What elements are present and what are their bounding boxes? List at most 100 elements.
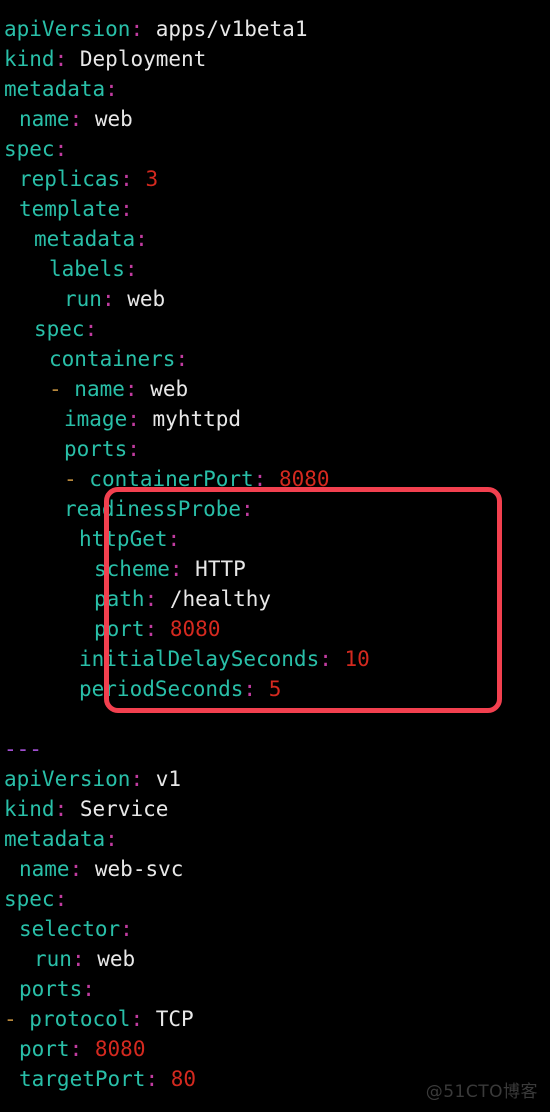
- code-line: apiVersion: apps/v1beta1: [0, 14, 550, 44]
- code-line: image: myhttpd: [0, 404, 550, 434]
- yaml-colon: :: [69, 107, 83, 131]
- yaml-key: replicas: [19, 167, 121, 191]
- yaml-value: v1: [155, 767, 182, 791]
- yaml-colon: :: [84, 317, 98, 341]
- code-line: name: web: [0, 104, 550, 134]
- yaml-space: [67, 797, 80, 821]
- yaml-key: spec: [34, 317, 85, 341]
- yaml-colon: :: [69, 1037, 83, 1061]
- yaml-key: name: [74, 377, 125, 401]
- code-line: apiVersion: v1: [0, 764, 550, 794]
- yaml-key: metadata: [34, 227, 136, 251]
- yaml-value: 80: [170, 1067, 197, 1091]
- yaml-space: [158, 1067, 171, 1091]
- yaml-key: spec: [4, 137, 55, 161]
- code-line: port: 8080: [0, 1034, 550, 1064]
- yaml-space: [82, 107, 95, 131]
- watermark-label: @51CTO博客: [425, 1082, 538, 1102]
- yaml-value: web-svc: [94, 857, 184, 881]
- yaml-colon: :: [69, 857, 83, 881]
- yaml-key: selector: [19, 917, 121, 941]
- yaml-colon: :: [175, 347, 189, 371]
- yaml-colon: :: [124, 377, 138, 401]
- yaml-space: [82, 1037, 95, 1061]
- yaml-colon: :: [124, 257, 138, 281]
- yaml-value: TCP: [155, 1007, 194, 1031]
- code-line: metadata:: [0, 224, 550, 254]
- yaml-colon: :: [127, 437, 140, 461]
- yaml-code-block[interactable]: apiVersion: apps/v1beta1 kind: Deployment…: [0, 0, 550, 1094]
- yaml-space: [115, 287, 128, 311]
- list-item-dash: -: [64, 467, 90, 491]
- list-item-dash: -: [4, 1007, 30, 1031]
- yaml-value: HTTP: [195, 557, 246, 581]
- yaml-colon: :: [145, 1067, 159, 1091]
- code-line: ports:: [0, 434, 550, 464]
- yaml-value: 8080: [169, 617, 221, 641]
- yaml-colon: :: [120, 167, 133, 191]
- yaml-space: [67, 47, 80, 71]
- code-line: ports:: [0, 974, 550, 1004]
- yaml-key: protocol: [29, 1007, 131, 1031]
- code-line: spec:: [0, 134, 550, 164]
- yaml-colon: :: [54, 797, 68, 821]
- list-item-dash: -: [49, 377, 75, 401]
- yaml-key: labels: [49, 257, 125, 281]
- code-line: name: web-svc: [0, 854, 550, 884]
- yaml-key: ports: [64, 437, 128, 461]
- yaml-colon: :: [127, 407, 140, 431]
- yaml-colon: :: [253, 467, 267, 491]
- code-line: path: /healthy: [0, 584, 550, 614]
- yaml-key: readinessProbe: [64, 497, 242, 521]
- yaml-value: myhttpd: [152, 407, 242, 431]
- yaml-space: [266, 467, 279, 491]
- yaml-key: template: [19, 197, 121, 221]
- yaml-value: 3: [145, 167, 159, 191]
- yaml-space: [143, 1007, 156, 1031]
- yaml-colon: :: [120, 917, 133, 941]
- yaml-key: httpGet: [79, 527, 168, 551]
- yaml-key: port: [19, 1037, 70, 1061]
- yaml-value: 5: [268, 677, 282, 701]
- code-line: scheme: HTTP: [0, 554, 550, 584]
- code-line: readinessProbe:: [0, 494, 550, 524]
- yaml-key: metadata: [4, 827, 106, 851]
- yaml-key: path: [94, 587, 145, 611]
- code-line: metadata:: [0, 824, 550, 854]
- code-line: selector:: [0, 914, 550, 944]
- code-line: replicas: 3: [0, 164, 550, 194]
- yaml-value: 8080: [94, 1037, 146, 1061]
- yaml-colon: :: [130, 767, 144, 791]
- yaml-space: [143, 767, 156, 791]
- yaml-colon: :: [144, 617, 158, 641]
- code-line: port: 8080: [0, 614, 550, 644]
- yaml-value: web: [97, 947, 136, 971]
- yaml-colon: :: [71, 947, 85, 971]
- code-line: labels:: [0, 254, 550, 284]
- yaml-value: 8080: [278, 467, 330, 491]
- yaml-space: [82, 857, 95, 881]
- yaml-key: targetPort: [19, 1067, 146, 1091]
- yaml-value: web: [127, 287, 166, 311]
- yaml-key: scheme: [94, 557, 170, 581]
- yaml-key: initialDelaySeconds: [79, 647, 320, 671]
- yaml-key: containerPort: [89, 467, 254, 491]
- yaml-space: [140, 407, 153, 431]
- yaml-colon: :: [241, 497, 254, 521]
- code-screenshot: apiVersion: apps/v1beta1 kind: Deployment…: [0, 0, 550, 1112]
- yaml-key: apiVersion: [4, 767, 131, 791]
- code-line: periodSeconds: 5: [0, 674, 550, 704]
- yaml-key: name: [19, 857, 70, 881]
- yaml-value: Service: [79, 797, 169, 821]
- yaml-key: port: [94, 617, 145, 641]
- yaml-colon: :: [54, 887, 68, 911]
- code-line: spec:: [0, 314, 550, 344]
- yaml-value: Deployment: [79, 47, 207, 71]
- yaml-value: /healthy: [169, 587, 272, 611]
- yaml-space: [85, 947, 98, 971]
- code-line: - name: web: [0, 374, 550, 404]
- yaml-colon: :: [319, 647, 332, 671]
- yaml-value: 10: [344, 647, 370, 671]
- yaml-colon: :: [82, 977, 95, 1001]
